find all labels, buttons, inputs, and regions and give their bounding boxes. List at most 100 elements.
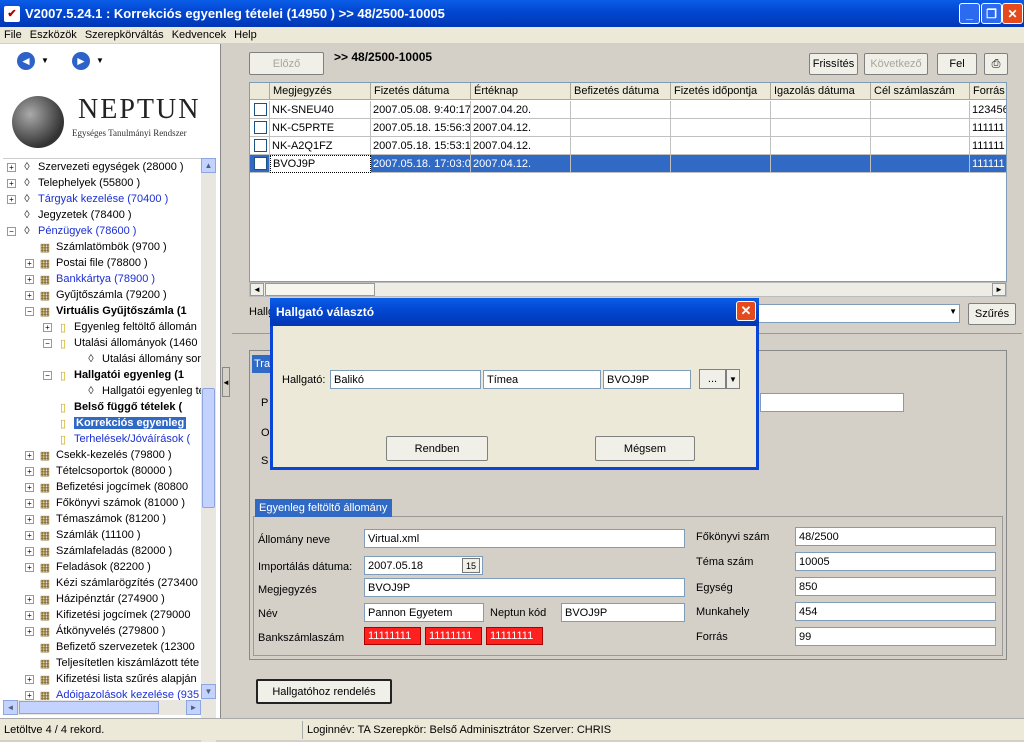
tree-item[interactable]: + ▦ Adóigazolások kezelése (935 [25, 687, 199, 700]
tree-item[interactable]: − ▯ Hallgatói egyenleg (1 [43, 367, 184, 383]
expand-icon[interactable]: + [7, 194, 16, 204]
tree-item[interactable]: + ▦ Gyűjtőszámla (79200 ) [25, 287, 167, 303]
grid-column-header[interactable]: Fizetés dátuma [371, 83, 471, 100]
menu-kedvencek[interactable]: Kedvencek [168, 29, 230, 41]
tree-item[interactable]: ◊ Utalási állomány sora [71, 351, 201, 367]
student-dropdown-icon[interactable]: ▼ [726, 369, 740, 389]
tree-item[interactable]: ▦ Teljesítetlen kiszámlázott téte [25, 655, 199, 671]
collapse-icon[interactable]: − [25, 306, 34, 316]
bank-account-part-3[interactable]: 11111111 [486, 627, 543, 645]
expand-icon[interactable]: + [25, 466, 34, 476]
grid-cell[interactable]: 111111 [970, 119, 1006, 137]
close-button[interactable]: ✕ [1002, 3, 1023, 24]
grid-cell[interactable]: 2007.05.18. 15:53:1 [371, 137, 471, 155]
expand-icon[interactable]: + [25, 594, 34, 604]
expand-icon[interactable]: + [7, 178, 16, 188]
topic-number-field[interactable]: 10005 [795, 552, 996, 571]
row-checkbox[interactable] [254, 121, 267, 134]
expand-icon[interactable]: + [25, 546, 34, 556]
records-grid[interactable]: Megjegyzés Fizetés dátuma Értéknap Befizeté… [249, 82, 1007, 282]
grid-column-header[interactable]: Forrás s [970, 83, 1006, 100]
expand-icon[interactable]: + [25, 274, 34, 284]
grid-cell[interactable] [771, 137, 871, 155]
filter-button[interactable]: Szűrés [968, 303, 1016, 325]
expand-icon[interactable]: + [25, 610, 34, 620]
scroll-left-icon[interactable]: ◄ [3, 700, 18, 715]
expand-icon[interactable]: + [25, 482, 34, 492]
back-arrow-icon[interactable]: ◄ [17, 52, 35, 70]
import-date-field[interactable]: 2007.05.18 15 [364, 556, 483, 575]
prev-button[interactable]: Előző [249, 52, 324, 75]
panel-partial-field[interactable] [760, 393, 904, 412]
menu-szerepkorvaltas[interactable]: Szerepkörváltás [81, 29, 168, 41]
grid-cell[interactable] [871, 119, 970, 137]
grid-cell[interactable]: 2007.04.12. [471, 119, 571, 137]
tree-item[interactable]: + ▦ Házipénztár (274900 ) [25, 591, 165, 607]
row-checkbox[interactable] [254, 139, 267, 152]
minimize-button[interactable]: _ [959, 3, 980, 24]
tree-item[interactable]: − ▯ Utalási állományok (1460 [43, 335, 198, 351]
grid-cell[interactable] [871, 101, 970, 119]
up-button[interactable]: Fel [937, 53, 977, 75]
unit-field[interactable]: 850 [795, 577, 996, 596]
grid-cell[interactable]: NK-C5PRTE [270, 119, 371, 137]
student-code-field[interactable]: BVOJ9P [603, 370, 691, 389]
source-field[interactable]: 99 [795, 627, 996, 646]
collapse-icon[interactable]: − [43, 370, 52, 380]
grid-cell[interactable] [871, 137, 970, 155]
grid-column-header[interactable]: Értéknap [471, 83, 571, 100]
grid-column-header[interactable]: Megjegyzés [270, 83, 371, 100]
cancel-button[interactable]: Mégsem [595, 436, 695, 461]
grid-cell[interactable]: NK-SNEU40 [270, 101, 371, 119]
note-field[interactable]: BVOJ9P [364, 578, 685, 597]
collapse-icon[interactable]: − [7, 226, 16, 236]
expand-icon[interactable]: + [25, 450, 34, 460]
tree-item[interactable]: + ◊ Tárgyak kezelése (70400 ) [7, 191, 168, 207]
tree-item[interactable]: + ◊ Telephelyek (55800 ) [7, 175, 140, 191]
upload-file-tab[interactable]: Egyenleg feltöltő állomány [255, 499, 392, 517]
tree-item[interactable]: + ▦ Átkönyvelés (279800 ) [25, 623, 165, 639]
grid-cell[interactable]: BVOJ9P [270, 155, 371, 173]
expand-icon[interactable]: + [25, 562, 34, 572]
assign-to-student-button[interactable]: Hallgatóhoz rendelés [256, 679, 392, 704]
tree-item[interactable]: ▦ Számlatömbök (9700 ) [25, 239, 167, 255]
grid-cell[interactable]: 2007.04.20. [471, 101, 571, 119]
grid-scroll-right-icon[interactable]: ► [992, 283, 1006, 296]
tree-item[interactable]: + ▦ Postai file (78800 ) [25, 255, 148, 271]
tree-item[interactable]: − ▦ Virtuális Gyűjtőszámla (1 [25, 303, 187, 319]
grid-cell[interactable] [871, 155, 970, 173]
grid-cell[interactable] [571, 155, 671, 173]
expand-icon[interactable]: + [25, 290, 34, 300]
expand-icon[interactable]: + [7, 162, 16, 172]
tree-scroll-thumb[interactable] [202, 388, 215, 508]
expand-icon[interactable]: + [25, 674, 34, 684]
grid-cell[interactable]: 2007.05.18. 17:03:0 [371, 155, 471, 173]
row-checkbox-cell[interactable] [250, 119, 270, 137]
collapse-pane-icon[interactable]: ◄ [222, 367, 230, 397]
grid-cell[interactable]: 123456 [970, 101, 1006, 119]
grid-column-header[interactable]: Igazolás dátuma [771, 83, 871, 100]
student-first-name-field[interactable]: Tímea [483, 370, 601, 389]
row-checkbox[interactable] [254, 103, 267, 116]
tree-item[interactable]: + ▦ Számlafeladás (82000 ) [25, 543, 172, 559]
grid-cell[interactable]: 2007.04.12. [471, 155, 571, 173]
detail-tab[interactable]: Tra [252, 355, 272, 373]
grid-cell[interactable] [771, 119, 871, 137]
grid-cell[interactable]: 2007.04.12. [471, 137, 571, 155]
tree-item[interactable]: + ▯ Egyenleg feltöltő állomán [43, 319, 197, 335]
grid-column-header[interactable]: Befizetés dátuma [571, 83, 671, 100]
refresh-button[interactable]: Frissítés [809, 53, 858, 75]
grid-column-header[interactable]: Cél számlaszám [871, 83, 970, 100]
scroll-right-icon[interactable]: ► [186, 700, 201, 715]
tree-item[interactable]: + ▦ Főkönyvi számok (81000 ) [25, 495, 185, 511]
grid-cell[interactable] [571, 101, 671, 119]
expand-icon[interactable]: + [25, 690, 34, 700]
file-name-field[interactable]: Virtual.xml [364, 529, 685, 548]
forward-dropdown-icon[interactable]: ▼ [96, 56, 104, 65]
tree-item[interactable]: + ◊ Szervezeti egységek (28000 ) [7, 159, 184, 175]
row-checkbox-cell[interactable] [250, 137, 270, 155]
neptun-code-field[interactable]: BVOJ9P [561, 603, 685, 622]
tree-item[interactable]: + ▦ Csekk-kezelés (79800 ) [25, 447, 172, 463]
grid-cell[interactable]: NK-A2Q1FZ [270, 137, 371, 155]
tree-horizontal-scrollbar[interactable]: ◄ ► [3, 700, 201, 715]
